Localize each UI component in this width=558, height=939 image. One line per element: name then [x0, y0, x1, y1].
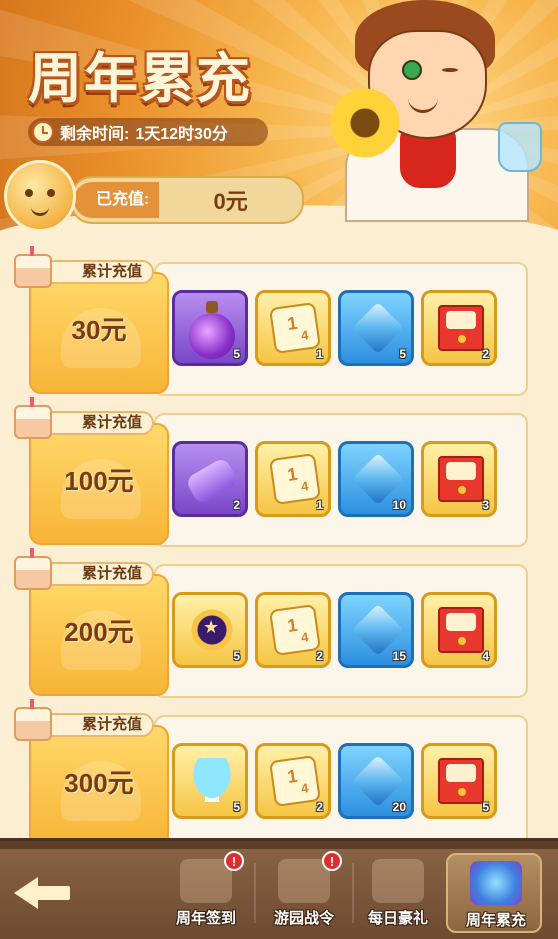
gift-box-icon — [372, 859, 424, 903]
item-count: 15 — [392, 649, 406, 663]
timer-label: 剩余时间: — [60, 126, 130, 143]
tier-amount: 30元 — [71, 315, 127, 345]
timer-value: 1天12时30分 — [135, 126, 228, 143]
reward-tier: 100元 累计充值 2 1 10 3 — [14, 397, 530, 551]
reward-item[interactable]: 20 — [338, 743, 414, 819]
countdown-timer: 剩余时间: 1天12时30分 — [28, 118, 268, 146]
item-count: 5 — [233, 649, 240, 663]
item-count: 2 — [233, 498, 240, 512]
reward-item[interactable]: 2 — [172, 441, 248, 517]
envelope-icon — [438, 456, 484, 502]
reward-item[interactable]: 1 — [255, 290, 331, 366]
item-count: 5 — [233, 347, 240, 361]
tier-amount: 200元 — [64, 617, 134, 647]
tier-amount: 100元 — [64, 466, 134, 496]
item-count: 10 — [392, 498, 406, 512]
sunflower-icon — [330, 88, 400, 158]
reward-item[interactable]: 2 — [255, 743, 331, 819]
envelope-icon — [438, 607, 484, 653]
reward-item[interactable]: 5 — [172, 592, 248, 668]
tier-item-list: 5 1 5 2 — [172, 290, 504, 366]
header-banner: 周年累充 剩余时间: 1天12时30分 已充值: 0元 — [0, 0, 558, 250]
cake-icon — [14, 548, 52, 590]
cake-icon — [14, 699, 52, 741]
tier-tag: 累计充值 — [42, 411, 154, 435]
envelope-icon — [438, 305, 484, 351]
reward-item[interactable]: 5 — [421, 743, 497, 819]
recharged-label: 已充值: — [74, 182, 160, 218]
mushroom-icon — [189, 758, 235, 804]
notification-badge: ! — [224, 851, 244, 871]
dice-icon — [269, 604, 321, 656]
item-count: 4 — [482, 649, 489, 663]
cookie-mascot-icon — [4, 160, 76, 232]
tier-item-list: 5 2 20 5 — [172, 743, 504, 819]
tab-label: 游园战令 — [273, 910, 334, 927]
recharged-value: 0元 — [213, 189, 248, 214]
cake-icon — [14, 246, 52, 288]
dice-icon — [269, 453, 321, 505]
character-eye — [402, 60, 422, 80]
star-orb-icon — [189, 607, 235, 653]
potion-icon — [189, 301, 235, 359]
back-button[interactable] — [14, 867, 74, 917]
item-count: 5 — [399, 347, 406, 361]
item-count: 1 — [316, 347, 323, 361]
item-count: 5 — [233, 800, 240, 814]
crystal-icon — [351, 301, 405, 355]
back-arrow-shaft — [36, 886, 70, 900]
tab-anniversary-signin[interactable]: ! 周年签到 — [158, 851, 254, 933]
page-title: 周年累充 — [28, 49, 252, 109]
item-count: 3 — [482, 498, 489, 512]
reward-item[interactable]: 5 — [338, 290, 414, 366]
item-count: 1 — [316, 498, 323, 512]
dice-icon — [269, 302, 321, 354]
dice-icon — [269, 755, 321, 807]
item-count: 5 — [482, 800, 489, 814]
nav-rail — [0, 841, 558, 849]
tab-daily-gift[interactable]: 每日豪礼 — [350, 853, 446, 933]
back-arrow-icon — [14, 877, 38, 909]
tier-amount: 300元 — [64, 768, 134, 798]
item-count: 2 — [482, 347, 489, 361]
recharged-amount-box: 已充值: 0元 — [70, 176, 304, 224]
character-illustration — [330, 0, 558, 222]
reward-tier: 300元 累计充值 5 2 20 5 — [14, 699, 530, 853]
reward-item[interactable]: 5 — [172, 290, 248, 366]
drink-cup-icon — [498, 122, 542, 172]
item-count: 2 — [316, 800, 323, 814]
tab-label: 每日豪礼 — [367, 910, 428, 927]
reward-item[interactable]: 4 — [421, 592, 497, 668]
item-count: 20 — [392, 800, 406, 814]
tier-tag: 累计充值 — [42, 562, 154, 586]
reward-item[interactable]: 2 — [421, 290, 497, 366]
tab-anniversary-recharge[interactable]: 周年累充 — [446, 853, 542, 933]
envelope-icon — [438, 758, 484, 804]
reward-tier: 200元 累计充值 5 2 15 4 — [14, 548, 530, 702]
reward-item[interactable]: 2 — [255, 592, 331, 668]
tab-label: 周年签到 — [175, 910, 236, 927]
character-wink — [442, 68, 458, 72]
reward-item[interactable]: 15 — [338, 592, 414, 668]
tab-park-battlepass[interactable]: ! 游园战令 — [256, 851, 352, 933]
bottom-nav-bar: ! 周年签到 ! 游园战令 每日豪礼 周年累充 — [0, 838, 558, 939]
reward-tier: 30元 累计充值 5 1 5 2 — [14, 246, 530, 400]
notification-badge: ! — [322, 851, 342, 871]
tier-item-list: 5 2 15 4 — [172, 592, 504, 668]
tier-tag: 累计充值 — [42, 260, 154, 284]
reward-item[interactable]: 10 — [338, 441, 414, 517]
tier-item-list: 2 1 10 3 — [172, 441, 504, 517]
clock-icon — [32, 121, 54, 143]
tier-tag: 累计充值 — [42, 713, 154, 737]
cake-icon — [14, 397, 52, 439]
reward-item[interactable]: 3 — [421, 441, 497, 517]
reward-item[interactable]: 1 — [255, 441, 331, 517]
tab-label: 周年累充 — [465, 912, 526, 929]
item-count: 2 — [316, 649, 323, 663]
diamond-icon — [470, 861, 522, 905]
tube-icon — [184, 456, 240, 506]
reward-item[interactable]: 5 — [172, 743, 248, 819]
